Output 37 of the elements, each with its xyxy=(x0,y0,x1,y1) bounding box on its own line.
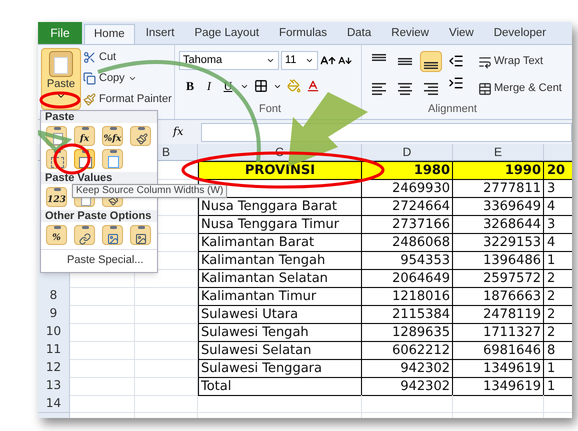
table-cell: Sulawesi Tenggara xyxy=(198,359,362,378)
table-cell: Kalimantan Timur xyxy=(198,287,362,306)
group-label: Alignment xyxy=(428,102,478,116)
table-cell: 3 xyxy=(544,215,572,234)
table-cell: 1 xyxy=(544,251,572,270)
table-cell: Sulawesi Selatan xyxy=(198,341,362,360)
table-cell: 1990 xyxy=(453,161,544,180)
table-cell: 2 xyxy=(544,305,572,324)
menu-heading: Paste Values xyxy=(41,172,157,184)
menu-heading: Other Paste Options xyxy=(41,210,157,222)
table-cell: 1349619 xyxy=(453,377,544,396)
table-cell: PROVINSI xyxy=(198,161,362,180)
tooltip: Keep Source Column Widths (W) xyxy=(72,184,228,198)
table-cell: 3 xyxy=(544,179,572,198)
table-cell: Sulawesi Tengah xyxy=(198,323,362,342)
option-glyph: fx xyxy=(78,133,90,145)
group-label: Font xyxy=(258,102,281,116)
table-cell: Kalimantan Barat xyxy=(198,233,362,252)
option-glyph: %fx xyxy=(103,133,122,145)
table-cell: 1 xyxy=(544,377,572,396)
table-cell: Nusa Tenggara Timur xyxy=(198,215,362,234)
table-cell: Total xyxy=(198,377,362,396)
table-cell: 4 xyxy=(544,233,572,252)
table-cell: 1 xyxy=(544,359,572,378)
table-cell: 4 xyxy=(544,197,572,216)
table-cell: 2 xyxy=(544,323,572,342)
table-cell: 20 xyxy=(544,161,572,180)
table-cell: Kalimantan Tengah xyxy=(198,251,362,270)
option-glyph: 123 xyxy=(47,194,66,206)
table-cell: Kalimantan Selatan xyxy=(198,269,362,288)
table-cell: 2 xyxy=(544,287,572,306)
menu-heading: Paste xyxy=(41,111,157,123)
option-glyph: % xyxy=(51,232,62,244)
table-cell: 8 xyxy=(544,341,572,360)
table-cell: 2 xyxy=(544,269,572,288)
table-cell: 942302 xyxy=(362,377,453,396)
table-cell: Sulawesi Utara xyxy=(198,305,362,324)
